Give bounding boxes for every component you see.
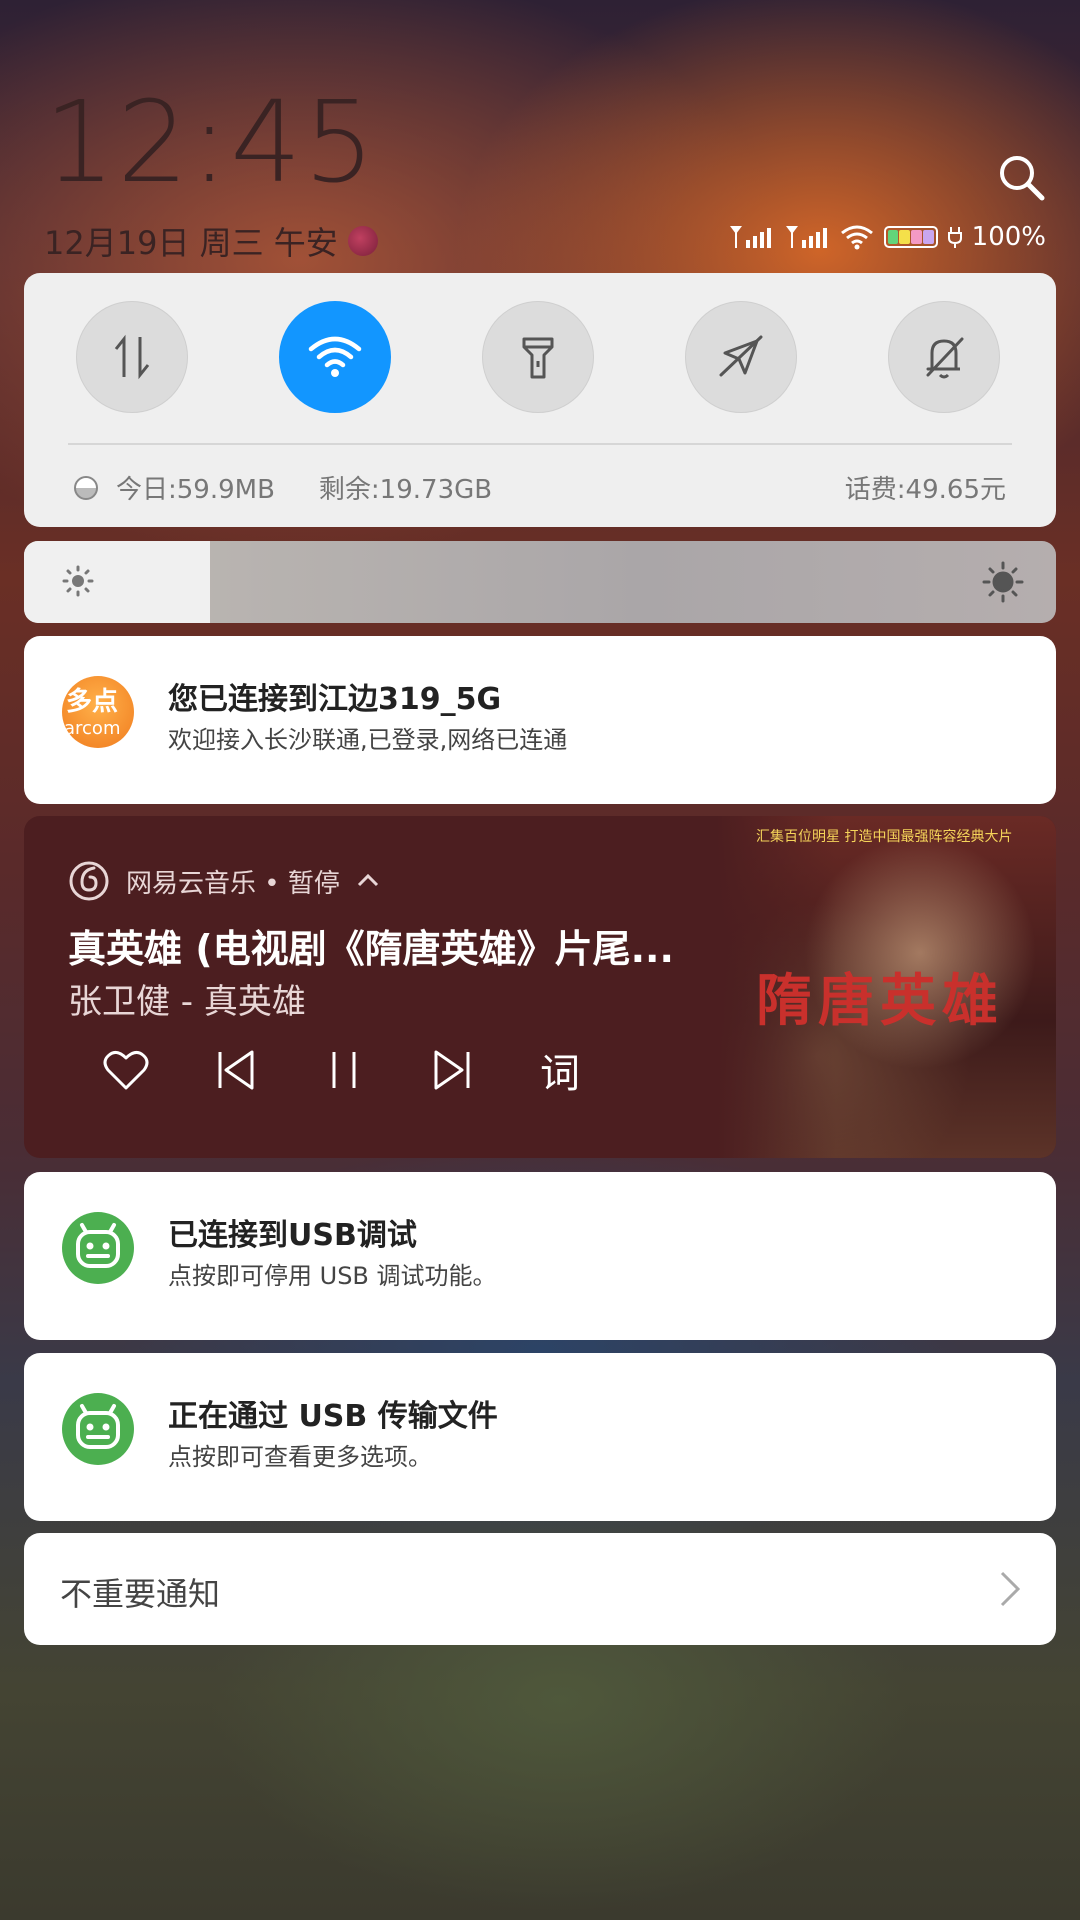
- unimportant-notifications-row[interactable]: 不重要通知: [24, 1533, 1056, 1645]
- notification-wifi-connected[interactable]: 多点 arcom 您已连接到江边319_5G 欢迎接入长沙联通,已登录,网络已连通: [24, 636, 1056, 804]
- toggle-flashlight[interactable]: [482, 301, 594, 413]
- notification-text: 欢迎接入长沙联通,已登录,网络已连通: [168, 726, 568, 754]
- data-arrows-icon: [114, 334, 150, 380]
- music-app-header[interactable]: 网易云音乐 • 暂停: [68, 860, 380, 902]
- music-app-status: 网易云音乐 • 暂停: [126, 868, 340, 899]
- weather-icon: [347, 226, 378, 256]
- notification-text: 点按即可查看更多选项。: [168, 1443, 432, 1471]
- notification-usb-file-transfer[interactable]: 正在通过 USB 传输文件 点按即可查看更多选项。: [24, 1353, 1056, 1521]
- brightness-fill: [24, 541, 210, 623]
- lyrics-button[interactable]: 词: [528, 1038, 592, 1102]
- data-today: 今日:59.9MB: [116, 475, 275, 505]
- android-icon: [62, 1393, 134, 1465]
- heart-icon: [103, 1051, 149, 1090]
- song-title: 真英雄 (电视剧《隋唐英雄》片尾...: [68, 927, 674, 971]
- wifi-portal-app-icon: 多点 arcom: [62, 676, 134, 748]
- notification-title: 您已连接到江边319_5G: [168, 682, 502, 717]
- pause-icon: [332, 1052, 356, 1088]
- notification-usb-debugging[interactable]: 已连接到USB调试 点按即可停用 USB 调试功能。: [24, 1172, 1056, 1340]
- svg-text:arcom: arcom: [64, 718, 120, 739]
- data-usage-row[interactable]: 今日:59.9MB 剩余:19.73GB 话费:49.65元: [74, 469, 1006, 506]
- status-bar: 100%: [728, 222, 1046, 252]
- quick-settings-divider: [68, 443, 1012, 445]
- next-button[interactable]: [420, 1038, 484, 1102]
- song-artist: 张卫健 - 真英雄: [68, 982, 306, 1022]
- unimportant-label: 不重要通知: [60, 1575, 221, 1613]
- signal-icon: [729, 226, 771, 248]
- charging-icon: [947, 227, 962, 248]
- toggle-airplane-mode[interactable]: [685, 301, 797, 413]
- wifi-status-icon: [840, 225, 873, 250]
- album-banner: 汇集百位明星 打造中国最强阵容经典大片: [756, 829, 1013, 845]
- data-usage-icon: [74, 475, 98, 500]
- notification-title: 正在通过 USB 传输文件: [168, 1399, 498, 1434]
- previous-button[interactable]: [204, 1038, 268, 1102]
- music-player-notification[interactable]: 汇集百位明星 打造中国最强阵容经典大片 隋唐英雄 网易云音乐 • 暂停 真英雄 …: [24, 816, 1056, 1158]
- wifi-icon: [308, 336, 362, 377]
- notification-text: 点按即可停用 USB 调试功能。: [168, 1262, 497, 1290]
- search-icon[interactable]: [996, 152, 1046, 202]
- pause-button[interactable]: [312, 1038, 376, 1102]
- album-art: 汇集百位明星 打造中国最强阵容经典大片 隋唐英雄: [716, 816, 1056, 1158]
- phone-balance: 话费:49.65元: [844, 475, 1006, 505]
- toggle-wifi[interactable]: [279, 301, 391, 413]
- date-text: 12月19日 周三 午安: [44, 224, 338, 262]
- quick-settings-panel: 今日:59.9MB 剩余:19.73GB 话费:49.65元: [24, 273, 1056, 527]
- chevron-right-icon: [1000, 1571, 1021, 1607]
- android-icon: [62, 1212, 134, 1284]
- flashlight-icon: [522, 337, 554, 379]
- previous-icon: [218, 1050, 254, 1090]
- chevron-up-icon[interactable]: [356, 871, 380, 891]
- next-icon: [434, 1050, 470, 1090]
- bell-off-icon: [926, 337, 964, 379]
- notification-title: 已连接到USB调试: [168, 1218, 417, 1253]
- signal-icon-2: [785, 226, 827, 248]
- lockscreen-date: 12月19日 周三 午安: [44, 218, 378, 264]
- brightness-low-icon: [62, 565, 94, 597]
- like-button[interactable]: [94, 1038, 158, 1102]
- svg-text:多点: 多点: [66, 686, 118, 717]
- brightness-slider[interactable]: [24, 541, 1056, 623]
- battery-icon: [883, 226, 938, 248]
- toggle-do-not-disturb[interactable]: [888, 301, 1000, 413]
- battery-percent: 100%: [971, 222, 1046, 252]
- album-title: 隋唐英雄: [756, 969, 1004, 1034]
- airplane-off-icon: [719, 335, 763, 377]
- brightness-high-icon: [982, 561, 1024, 603]
- lockscreen-clock: 12:45: [44, 78, 377, 208]
- netease-music-icon: [69, 861, 109, 901]
- toggle-mobile-data[interactable]: [76, 301, 188, 413]
- data-remaining: 剩余:19.73GB: [318, 475, 493, 505]
